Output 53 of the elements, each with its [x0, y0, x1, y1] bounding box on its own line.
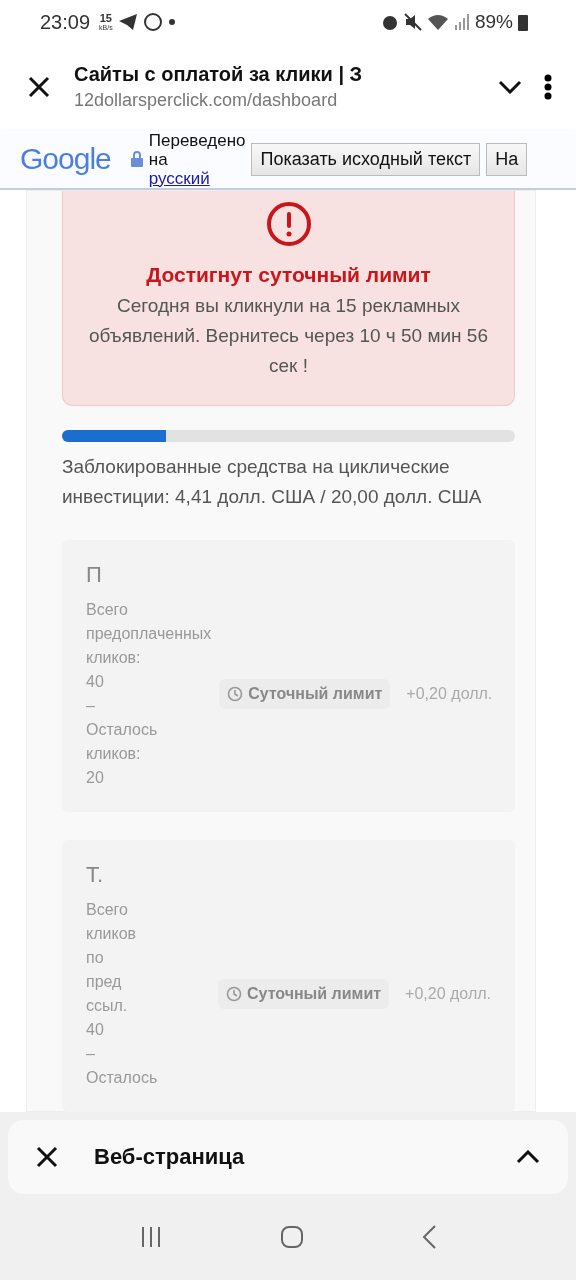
clock-icon [227, 686, 244, 702]
chevron-up-icon [516, 1150, 540, 1164]
ad-detail: – [86, 1044, 96, 1064]
clock-icon [226, 986, 242, 1002]
ad-detail: 40 [86, 672, 105, 692]
close-icon [36, 1146, 58, 1168]
battery-icon [518, 13, 528, 31]
home-icon [280, 1225, 304, 1249]
page-url: 12dollarsperclick.com/dashboard [74, 90, 339, 111]
ad-detail: 40 [86, 1020, 105, 1040]
signal-icon [453, 13, 470, 31]
mute-icon [403, 13, 422, 31]
ad-detail: – [86, 696, 96, 716]
badge-label: Суточный лимит [247, 985, 382, 1003]
alert-title: Достигнут суточный лимит [146, 263, 431, 287]
ad-detail: Осталось [86, 1068, 159, 1088]
ad-reward: +0,20 долл. [405, 985, 491, 1003]
translate-button[interactable]: На [486, 142, 528, 176]
close-icon [28, 76, 50, 98]
ad-detail: кликов: [86, 648, 142, 668]
ad-detail: Всего [86, 600, 129, 620]
badge-label: Суточный лимит [248, 685, 383, 703]
status-time: 23:09 [40, 10, 91, 34]
wifi-icon [426, 13, 449, 31]
language-select[interactable]: русский [148, 168, 246, 188]
translate-label: Переведено [148, 130, 246, 150]
translate-button[interactable]: Показать исходный текст [251, 142, 481, 176]
ad-detail: ссыл. [86, 996, 129, 1016]
ad-detail: кликов: [86, 744, 142, 764]
ad-reward: +0,20 долл. [406, 685, 493, 703]
alert-message: Сегодня вы кликнули на 15 рекламных объявлений. Вернитесь через 10 ч 50 мин 56 сек ! [88, 294, 489, 378]
google-logo: Google [20, 142, 111, 176]
ad-detail: предоплаченных [86, 624, 212, 644]
chevron-down-icon [498, 80, 522, 94]
sheet-title: Веб-страница [94, 1144, 246, 1170]
ad-detail: по [86, 948, 105, 968]
page-title: Сайты с оплатой за клики | З [74, 63, 364, 86]
battery-percent: 89% [474, 11, 513, 33]
ad-detail: Осталось [86, 720, 159, 740]
menu-icon [544, 74, 552, 100]
ad-detail: Всего [86, 900, 129, 920]
ad-detail: 20 [86, 768, 105, 788]
translate-label: на [148, 149, 169, 169]
warning-icon [265, 201, 312, 247]
ad-detail: кликов [86, 924, 138, 944]
locked-funds-text: Заблокированные средства на циклические инвестиции: 4,41 долл. США / 20,00 долл. США [62, 455, 483, 509]
send-icon [117, 13, 138, 31]
ad-title: Т. [86, 862, 105, 888]
dot-icon [167, 18, 176, 26]
ad-title: П [86, 562, 103, 588]
ad-detail: пред [86, 972, 123, 992]
back-icon [421, 1224, 438, 1250]
lock-icon [130, 151, 143, 167]
